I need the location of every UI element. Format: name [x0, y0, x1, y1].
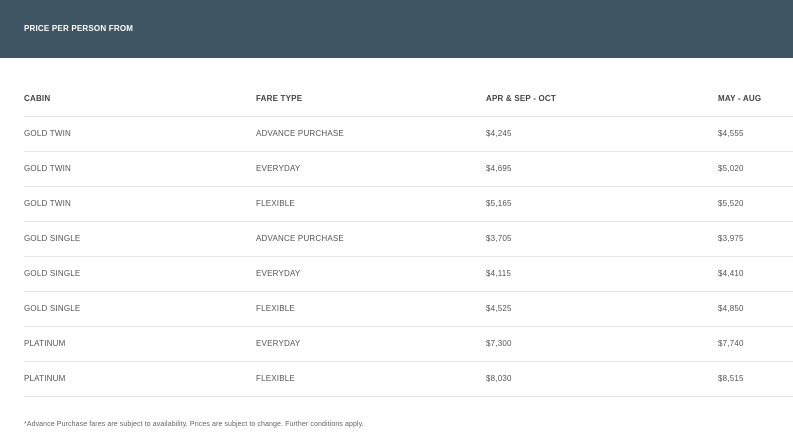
fare-type-cell: ADVANCE PURCHASE — [256, 234, 344, 243]
price-may-aug-cell: $8,515 — [718, 374, 744, 383]
price-apr-sep-oct-cell: $8,030 — [486, 374, 512, 383]
price-may-aug-cell: $7,740 — [718, 339, 744, 348]
price-apr-sep-oct-cell: $3,705 — [486, 234, 512, 243]
price-apr-sep-oct-cell: $7,300 — [486, 339, 512, 348]
table-row: GOLD SINGLE EVERYDAY $4,115 $4,410 — [24, 257, 793, 292]
cabin-cell: PLATINUM — [24, 339, 66, 348]
cabin-cell: GOLD TWIN — [24, 164, 71, 173]
price-header-bar: PRICE PER PERSON FROM — [0, 0, 793, 58]
price-apr-sep-oct-cell: $4,245 — [486, 129, 512, 138]
column-header-may-aug: MAY - AUG — [718, 94, 762, 103]
cabin-cell: GOLD TWIN — [24, 199, 71, 208]
fare-type-cell: FLEXIBLE — [256, 374, 295, 383]
header-title: PRICE PER PERSON FROM — [24, 24, 134, 33]
price-may-aug-cell: $4,850 — [718, 304, 744, 313]
price-apr-sep-oct-cell: $4,695 — [486, 164, 512, 173]
table-row: GOLD TWIN FLEXIBLE $5,165 $5,520 — [24, 187, 793, 222]
column-header-cabin: CABIN — [24, 94, 51, 103]
price-may-aug-cell: $5,520 — [718, 199, 744, 208]
fare-footnote: *Advance Purchase fares are subject to a… — [24, 421, 364, 428]
table-row: PLATINUM EVERYDAY $7,300 $7,740 — [24, 327, 793, 362]
price-apr-sep-oct-cell: $5,165 — [486, 199, 512, 208]
price-apr-sep-oct-cell: $4,115 — [486, 269, 512, 278]
column-header-apr-sep-oct: APR & SEP - OCT — [486, 94, 556, 103]
column-header-fare-type: FARE TYPE — [256, 94, 303, 103]
cabin-cell: GOLD SINGLE — [24, 304, 81, 313]
table-row: PLATINUM FLEXIBLE $8,030 $8,515 — [24, 362, 793, 397]
price-table: CABIN FARE TYPE APR & SEP - OCT MAY - AU… — [24, 82, 793, 397]
price-may-aug-cell: $3,975 — [718, 234, 744, 243]
table-row: GOLD SINGLE FLEXIBLE $4,525 $4,850 — [24, 292, 793, 327]
fare-type-cell: FLEXIBLE — [256, 199, 295, 208]
price-may-aug-cell: $4,410 — [718, 269, 744, 278]
table-row: GOLD TWIN ADVANCE PURCHASE $4,245 $4,555 — [24, 117, 793, 152]
table-row: GOLD TWIN EVERYDAY $4,695 $5,020 — [24, 152, 793, 187]
cabin-cell: PLATINUM — [24, 374, 66, 383]
fare-type-cell: EVERYDAY — [256, 164, 301, 173]
table-row: GOLD SINGLE ADVANCE PURCHASE $3,705 $3,9… — [24, 222, 793, 257]
cabin-cell: GOLD SINGLE — [24, 234, 81, 243]
fare-type-cell: ADVANCE PURCHASE — [256, 129, 344, 138]
fare-type-cell: FLEXIBLE — [256, 304, 295, 313]
price-may-aug-cell: $5,020 — [718, 164, 744, 173]
price-apr-sep-oct-cell: $4,525 — [486, 304, 512, 313]
fare-type-cell: EVERYDAY — [256, 339, 301, 348]
price-may-aug-cell: $4,555 — [718, 129, 744, 138]
fare-type-cell: EVERYDAY — [256, 269, 301, 278]
table-header-row: CABIN FARE TYPE APR & SEP - OCT MAY - AU… — [24, 82, 793, 117]
cabin-cell: GOLD SINGLE — [24, 269, 81, 278]
cabin-cell: GOLD TWIN — [24, 129, 71, 138]
